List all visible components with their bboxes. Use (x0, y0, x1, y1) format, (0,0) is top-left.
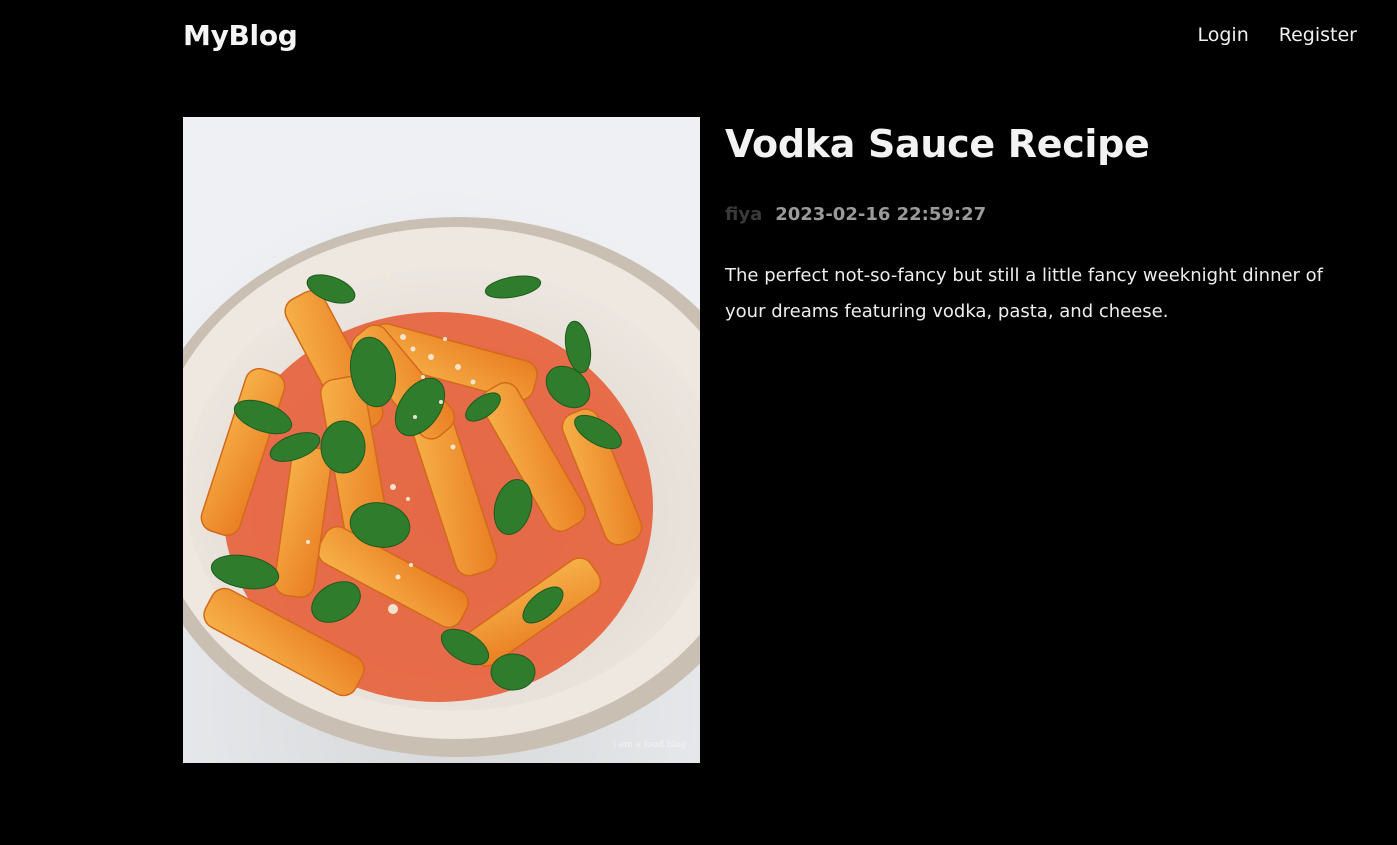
register-link[interactable]: Register (1279, 24, 1357, 46)
post-title: Vodka Sauce Recipe (725, 122, 1150, 166)
post-body: The perfect not-so-fancy but still a lit… (725, 265, 1324, 322)
photo-credit: i am a food blog (613, 740, 687, 750)
post-meta: fiya 2023-02-16 22:59:27 (725, 204, 986, 225)
post-author[interactable]: fiya (725, 204, 762, 225)
login-link[interactable]: Login (1198, 24, 1249, 46)
post-image: i am a food blog (183, 117, 700, 763)
post-date: 2023-02-16 22:59:27 (775, 204, 987, 225)
site-brand-logo[interactable]: MyBlog (183, 19, 298, 52)
top-nav: Login Register (1198, 24, 1358, 46)
pasta-bowl-photo: i am a food blog (183, 117, 700, 763)
